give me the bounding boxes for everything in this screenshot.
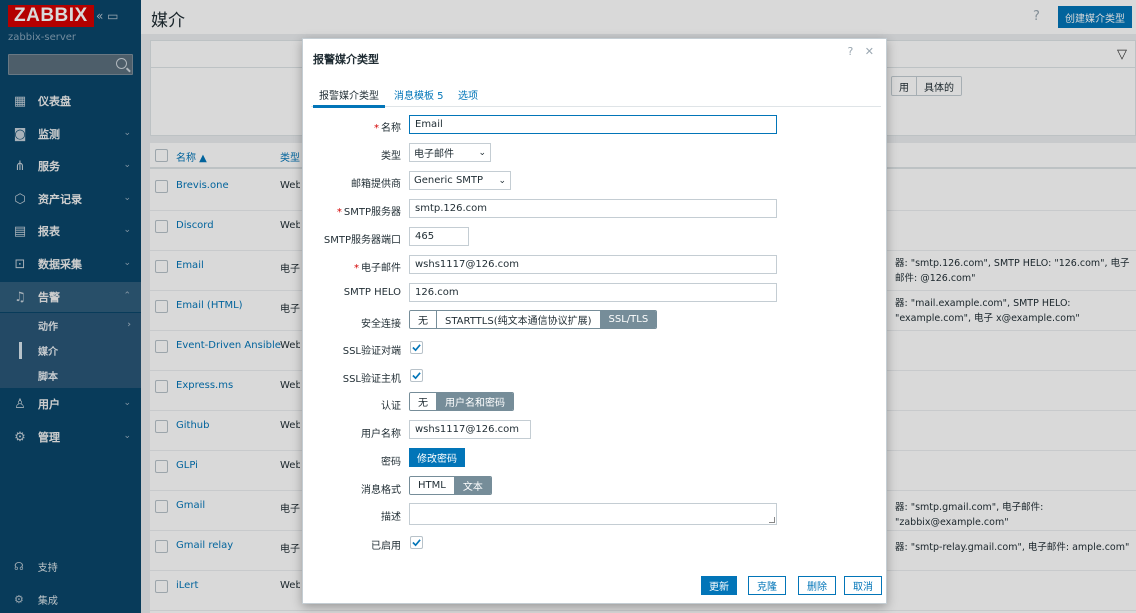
cancel-button[interactable]: 取消 — [844, 576, 882, 595]
clone-button[interactable]: 克隆 — [748, 576, 786, 595]
update-button[interactable]: 更新 — [701, 576, 737, 595]
auth-password-option[interactable]: 用户名和密码 — [436, 393, 513, 410]
provider-select[interactable]: Generic SMTP ⌄ — [409, 171, 511, 190]
tab-media-type[interactable]: 报警媒介类型 — [313, 87, 385, 108]
email-label: * 电子邮件 — [303, 259, 401, 274]
tab-message-templates[interactable]: 消息模板 5 — [394, 87, 444, 102]
resize-handle-icon[interactable] — [769, 517, 775, 523]
username-label: 用户名称 — [361, 429, 401, 440]
description-label: 描述 — [381, 512, 401, 523]
smtp-helo-label: SMTP HELO — [343, 287, 401, 298]
ssl-verify-host-checkbox[interactable] — [410, 369, 423, 382]
type-select-value: 电子邮件 — [414, 149, 454, 160]
dialog-tabs: 报警媒介类型 消息模板 5 选项 — [311, 85, 881, 108]
delete-button[interactable]: 删除 — [798, 576, 836, 595]
name-input[interactable] — [409, 115, 777, 134]
provider-select-value: Generic SMTP — [414, 175, 484, 186]
required-marker: * — [354, 263, 359, 274]
description-textarea[interactable] — [409, 503, 777, 525]
tab-options[interactable]: 选项 — [458, 87, 478, 102]
auth-segment: 无 用户名和密码 — [409, 392, 514, 411]
ssl-verify-peer-label: SSL验证对端 — [342, 346, 401, 357]
auth-label: 认证 — [381, 401, 401, 412]
smtp-helo-input[interactable] — [409, 283, 777, 302]
email-input[interactable] — [409, 255, 777, 274]
checkmark-icon — [412, 539, 421, 547]
security-starttls-option[interactable]: STARTTLS(纯文本通信协议扩展) — [436, 311, 600, 328]
format-segment: HTML 文本 — [409, 476, 492, 495]
security-segment: 无 STARTTLS(纯文本通信协议扩展) SSL/TLS — [409, 310, 658, 329]
chevron-down-icon: ⌄ — [478, 147, 486, 158]
security-label: 安全连接 — [361, 319, 401, 330]
smtp-port-input[interactable] — [409, 227, 469, 246]
format-html-option[interactable]: HTML — [410, 477, 454, 494]
media-type-dialog: 报警媒介类型 ? ✕ 报警媒介类型 消息模板 5 选项 *名称 类型 电子邮件⌄… — [302, 38, 887, 604]
type-label: 类型 — [381, 151, 401, 162]
dialog-title: 报警媒介类型 — [313, 53, 379, 66]
label-text: SMTP服务器 — [343, 207, 401, 218]
auth-none-option[interactable]: 无 — [410, 393, 436, 410]
checkmark-icon — [412, 372, 421, 380]
enabled-checkbox[interactable] — [410, 536, 423, 549]
type-select[interactable]: 电子邮件 ⌄ — [409, 143, 491, 162]
provider-label: 邮箱提供商 — [351, 179, 401, 190]
security-ssltls-option[interactable]: SSL/TLS — [599, 311, 657, 328]
checkmark-icon — [412, 344, 421, 352]
name-label: * 名称 — [303, 119, 401, 134]
change-password-button[interactable]: 修改密码 — [409, 448, 465, 467]
description-wrap — [409, 503, 777, 525]
ssl-verify-host-label: SSL验证主机 — [342, 374, 401, 385]
required-marker: * — [374, 123, 379, 134]
enabled-label: 已启用 — [371, 541, 401, 552]
smtp-port-label: SMTP服务器端口 — [323, 235, 401, 246]
label-text: 名称 — [381, 123, 401, 134]
label-text: 电子邮件 — [361, 263, 401, 274]
chevron-down-icon: ⌄ — [498, 175, 506, 186]
dialog-controls[interactable]: ? ✕ — [847, 45, 878, 58]
format-text-option[interactable]: 文本 — [453, 477, 491, 494]
format-label: 消息格式 — [361, 485, 401, 496]
password-label: 密码 — [381, 457, 401, 468]
required-marker: * — [336, 207, 342, 218]
security-none-option[interactable]: 无 — [410, 311, 436, 328]
smtp-server-input[interactable] — [409, 199, 777, 218]
username-input[interactable] — [409, 420, 531, 439]
ssl-verify-peer-checkbox[interactable] — [410, 341, 423, 354]
smtp-server-label: * SMTP服务器 — [303, 203, 401, 218]
